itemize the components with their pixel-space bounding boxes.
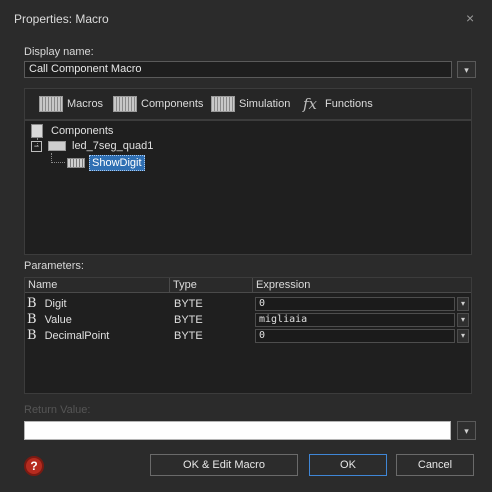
table-row[interactable]: B Digit BYTE 0 ▾ <box>25 296 471 312</box>
component-tree[interactable]: Components − led_7seg_quad1 ShowDigit <box>24 120 472 255</box>
ok-button[interactable]: OK <box>309 454 387 476</box>
parameters-label: Parameters: <box>24 260 84 272</box>
column-header-type[interactable]: Type <box>170 278 253 292</box>
display-name-input[interactable]: Call Component Macro <box>24 61 452 78</box>
column-header-name[interactable]: Name <box>25 278 170 292</box>
tree-root-label: Components <box>51 125 114 137</box>
param-name: Digit <box>44 298 67 310</box>
byte-icon: B <box>27 312 37 327</box>
document-icon <box>31 124 43 138</box>
param-name: Value <box>44 314 72 326</box>
param-name-cell: B DecimalPoint <box>27 328 167 344</box>
return-value-dropdown[interactable]: ▾ <box>457 421 476 440</box>
param-expression-input[interactable]: migliaia <box>255 313 455 327</box>
tab-functions-label: Functions <box>325 98 373 110</box>
grid-header: Name Type Expression <box>25 278 471 293</box>
parameters-grid: Name Type Expression B Digit BYTE 0 ▾ B Va… <box>24 277 472 394</box>
tab-functions[interactable]: fx Functions <box>303 89 373 119</box>
column-header-expression[interactable]: Expression <box>253 278 471 292</box>
param-name: DecimalPoint <box>44 330 110 342</box>
tab-simulation[interactable]: Simulation <box>211 89 290 119</box>
display-name-label: Display name: <box>24 46 94 58</box>
tree-macro-label: ShowDigit <box>89 155 145 171</box>
byte-icon: B <box>27 296 37 311</box>
close-icon[interactable]: × <box>466 10 474 26</box>
display-name-dropdown[interactable]: ▾ <box>457 61 476 78</box>
param-expression-dropdown[interactable]: ▾ <box>457 313 469 327</box>
tab-simulation-label: Simulation <box>239 98 291 110</box>
macros-icon <box>39 96 63 112</box>
return-value-input[interactable] <box>24 421 451 440</box>
param-type: BYTE <box>174 314 203 326</box>
help-button[interactable]: ? <box>24 456 44 476</box>
table-row[interactable]: B DecimalPoint BYTE 0 ▾ <box>25 328 471 344</box>
components-icon <box>113 96 137 112</box>
param-expression-input[interactable]: 0 <box>255 329 455 343</box>
tab-macros[interactable]: Macros <box>39 89 103 119</box>
tab-bar: Macros Components Simulation fx Function… <box>24 88 472 120</box>
window-title: Properties: Macro <box>14 12 109 26</box>
tree-item-components[interactable]: Components <box>31 124 113 138</box>
tree-component-label: led_7seg_quad1 <box>72 140 154 152</box>
param-name-cell: B Digit <box>27 296 167 312</box>
table-row[interactable]: B Value BYTE migliaia ▾ <box>25 312 471 328</box>
macro-icon <box>67 158 85 168</box>
ok-edit-macro-button[interactable]: OK & Edit Macro <box>150 454 298 476</box>
param-type: BYTE <box>174 298 203 310</box>
byte-icon: B <box>27 328 37 343</box>
tab-components-label: Components <box>141 98 204 110</box>
fx-icon: fx <box>303 95 318 113</box>
param-type: BYTE <box>174 330 203 342</box>
param-name-cell: B Value <box>27 312 167 328</box>
tree-item-component[interactable]: − led_7seg_quad1 <box>31 140 153 152</box>
tree-item-macro[interactable]: ShowDigit <box>67 155 145 171</box>
collapse-icon[interactable]: − <box>31 140 42 152</box>
component-icon <box>48 141 66 151</box>
param-expression-input[interactable]: 0 <box>255 297 455 311</box>
simulation-icon <box>211 96 235 112</box>
param-expression-dropdown[interactable]: ▾ <box>457 297 469 311</box>
cancel-button[interactable]: Cancel <box>396 454 474 476</box>
return-value-label: Return Value: <box>24 404 91 416</box>
tab-components[interactable]: Components <box>113 89 203 119</box>
tab-macros-label: Macros <box>67 98 104 110</box>
param-expression-dropdown[interactable]: ▾ <box>457 329 469 343</box>
